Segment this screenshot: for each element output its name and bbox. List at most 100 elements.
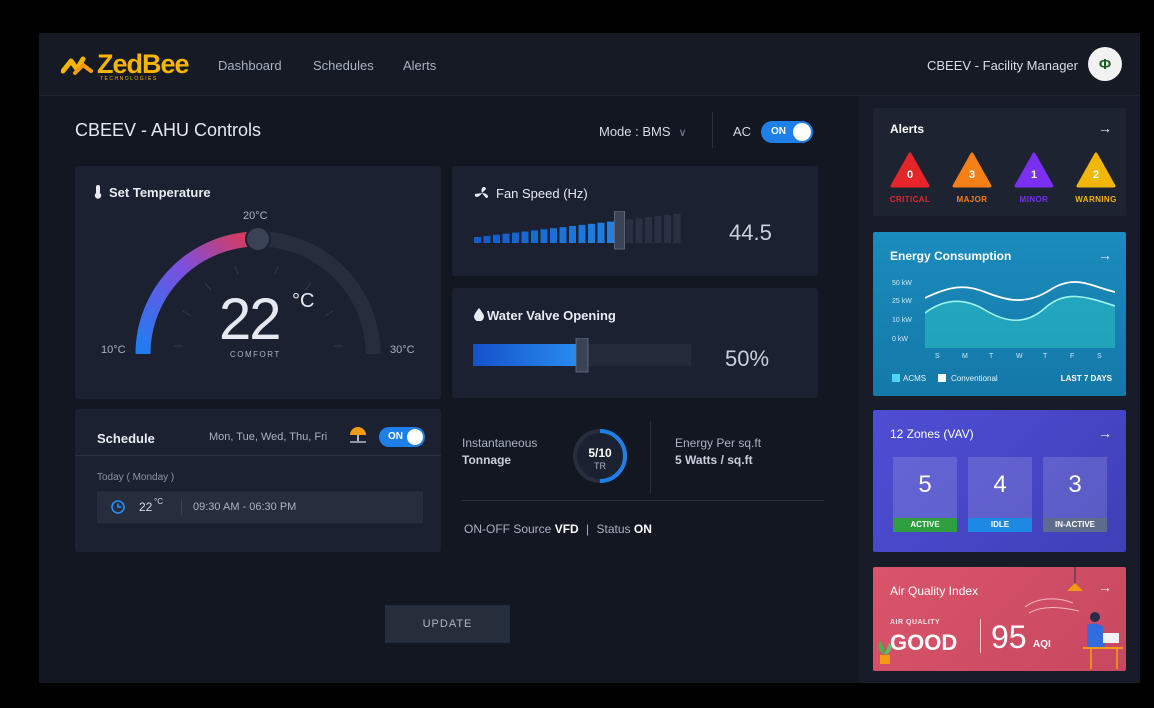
nav-schedules[interactable]: Schedules <box>313 58 374 73</box>
source-status: ON-OFF Source VFD | Status ON <box>464 522 652 536</box>
sun-umbrella-icon <box>350 427 366 443</box>
schedule-time: 09:30 AM - 06:30 PM <box>193 501 297 513</box>
fan-speed-bar <box>483 235 491 243</box>
zone-label: IDLE <box>968 518 1032 532</box>
alert-count: 3 <box>968 169 976 181</box>
alert-minor[interactable]: 1 MINOR <box>1014 152 1054 204</box>
ac-toggle[interactable]: ON <box>761 121 813 143</box>
temperature-status: COMFORT <box>230 350 281 359</box>
alert-count: 1 <box>1030 169 1038 181</box>
avatar-initial: Φ <box>1098 55 1112 73</box>
right-sidebar: Alerts → 0 CRITICAL 3 MAJOR 1 MINOR 2 WA… <box>859 96 1140 683</box>
legend-acms: ACMS <box>903 374 927 383</box>
zone-count: 5 <box>918 471 932 498</box>
air-quality-card[interactable]: Air Quality Index → AIR QUALITY GOOD 95 … <box>873 567 1126 671</box>
mode-dropdown[interactable]: Mode : BMS ∨ <box>599 124 687 139</box>
chevron-down-icon: ∨ <box>678 127 687 139</box>
energy-consumption-card[interactable]: Energy Consumption → 50 kW 25 kW 10 kW 0… <box>873 232 1126 396</box>
aqi-unit: AQI <box>1033 639 1051 650</box>
alerts-title: Alerts <box>890 122 925 136</box>
app-window: ZedBee TECHNOLOGIES Dashboard Schedules … <box>39 33 1140 683</box>
temperature-gauge[interactable] <box>75 166 441 399</box>
alert-warning[interactable]: 2 WARNING <box>1075 152 1116 204</box>
arrow-right-icon[interactable]: → <box>1098 120 1112 136</box>
alert-count: 2 <box>1092 169 1100 181</box>
gauge-max-label: 30°C <box>390 344 415 356</box>
valve-handle[interactable] <box>575 338 589 373</box>
tonnage-value: 5/10 <box>588 446 612 460</box>
toggle-knob <box>793 123 811 141</box>
fan-speed-bar <box>559 227 567 243</box>
alert-critical[interactable]: 0 CRITICAL <box>890 152 930 204</box>
energy-title: Energy Consumption <box>890 249 1012 263</box>
fan-speed-bar <box>493 234 500 243</box>
status-prefix: Status <box>596 522 631 536</box>
arrow-right-icon[interactable]: → <box>1098 247 1112 263</box>
user-name[interactable]: CBEEV - Facility Manager <box>927 58 1078 73</box>
nav-alerts[interactable]: Alerts <box>403 58 436 73</box>
zones-title: 12 Zones (VAV) <box>890 427 974 441</box>
schedule-entry[interactable]: 22 °C 09:30 AM - 06:30 PM <box>97 491 423 523</box>
energy-per-sqft-label: Energy Per sq.ft <box>675 436 762 450</box>
arrow-right-icon[interactable]: → <box>1098 579 1112 595</box>
alerts-card[interactable]: Alerts → 0 CRITICAL 3 MAJOR 1 MINOR 2 WA… <box>873 108 1126 216</box>
lamp-icon <box>1067 567 1083 591</box>
x-label: W <box>1016 353 1023 360</box>
water-valve-title: Water Valve Opening <box>487 308 616 323</box>
zone-idle[interactable]: 4 IDLE <box>968 457 1032 532</box>
fan-speed-bar <box>540 229 548 243</box>
schedule-toggle[interactable]: ON <box>379 427 425 447</box>
x-label: T <box>1043 353 1048 360</box>
fan-speed-bar <box>654 216 662 243</box>
fan-speed-bar <box>626 219 633 243</box>
fan-speed-value: 44.5 <box>729 220 772 245</box>
fan-icon <box>474 186 489 198</box>
alert-label: WARNING <box>1075 195 1117 204</box>
alert-major[interactable]: 3 MAJOR <box>952 152 992 204</box>
zone-in-active[interactable]: 3 IN-ACTIVE <box>1043 457 1107 532</box>
schedule-days[interactable]: Mon, Tue, Wed, Thu, Fri <box>209 431 327 443</box>
x-label: S <box>1097 353 1102 360</box>
schedule-temp: 22 <box>139 500 153 514</box>
x-label: S <box>935 353 940 360</box>
arrow-right-icon[interactable]: → <box>1098 425 1112 441</box>
water-valve-slider[interactable] <box>473 338 695 374</box>
source-separator: | <box>586 522 590 536</box>
water-valve-card: Water Valve Opening 50% <box>452 288 818 398</box>
fan-speed-title: Fan Speed (Hz) <box>496 186 588 201</box>
update-button[interactable]: UPDATE <box>385 605 510 643</box>
alert-label: CRITICAL <box>889 195 931 204</box>
fan-speed-bar <box>607 221 614 243</box>
zone-count: 4 <box>993 471 1007 498</box>
zone-active[interactable]: 5 ACTIVE <box>893 457 957 532</box>
main-panel: CBEEV - AHU Controls Mode : BMS ∨ AC ON S… <box>39 96 859 683</box>
fan-speed-slider[interactable] <box>474 211 689 251</box>
fan-speed-handle[interactable] <box>614 211 625 250</box>
divider <box>650 421 651 493</box>
schedule-temp-unit: °C <box>154 497 163 506</box>
logo-icon <box>61 56 93 75</box>
y-label: 25 kW <box>892 298 912 305</box>
aqi-title: Air Quality Index <box>890 584 979 598</box>
divider <box>181 499 182 515</box>
fan-speed-bar <box>550 228 557 243</box>
divider <box>75 455 441 456</box>
top-bar: ZedBee TECHNOLOGIES Dashboard Schedules … <box>39 33 1140 96</box>
zones-card[interactable]: 12 Zones (VAV) → 5 ACTIVE 4 IDLE 3 IN-ACTI… <box>873 410 1126 552</box>
water-drop-icon <box>474 308 484 321</box>
fan-speed-bar <box>569 226 576 243</box>
alert-label: MAJOR <box>956 195 988 204</box>
person-at-desk-illustration <box>1083 612 1123 669</box>
source-prefix: ON-OFF Source <box>464 522 552 536</box>
toggle-knob <box>407 429 423 445</box>
brand-logo[interactable]: ZedBee TECHNOLOGIES <box>61 47 211 87</box>
fan-speed-bar <box>588 223 595 243</box>
legend-conventional: Conventional <box>951 374 998 383</box>
legend-swatch <box>892 374 900 382</box>
temperature-unit: °C <box>292 290 315 312</box>
nav-dashboard[interactable]: Dashboard <box>218 58 282 73</box>
mode-label: Mode : BMS <box>599 124 671 139</box>
avatar[interactable]: Φ <box>1088 47 1122 81</box>
x-label: F <box>1070 353 1075 360</box>
tonnage-unit: TR <box>594 461 606 471</box>
